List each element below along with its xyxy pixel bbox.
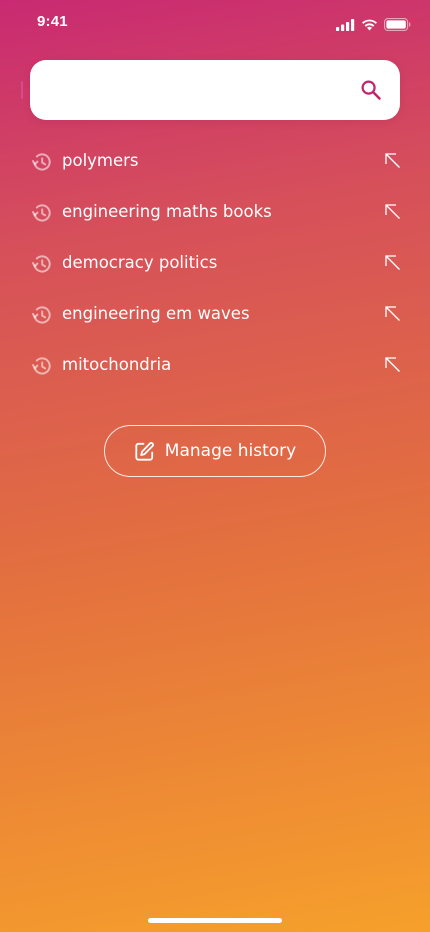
arrow-up-left-icon[interactable] (384, 254, 401, 271)
search-history-list: polymers engineering maths books democra… (0, 136, 430, 391)
history-icon (30, 150, 54, 174)
history-icon (30, 354, 54, 378)
history-item-democracy-politics[interactable]: democracy politics (0, 238, 430, 289)
history-icon (30, 252, 54, 276)
edit-icon (134, 441, 155, 462)
history-item-label: engineering em waves (62, 304, 250, 323)
manage-history-label: Manage history (164, 441, 297, 461)
history-item-mitochondria[interactable]: mitochondria (0, 340, 430, 391)
history-item-engineering-maths-books[interactable]: engineering maths books (0, 187, 430, 238)
status-bar: 9:41 (0, 0, 430, 44)
search-bar[interactable] (30, 60, 400, 120)
history-item-label: polymers (62, 151, 139, 170)
arrow-up-left-icon[interactable] (384, 356, 401, 373)
history-item-engineering-em-waves[interactable]: engineering em waves (0, 289, 430, 340)
arrow-up-left-icon[interactable] (384, 203, 401, 220)
history-item-label: democracy politics (62, 253, 218, 272)
search-screen: 9:41 polymers engineering maths books de… (0, 0, 430, 932)
text-cursor (21, 81, 23, 99)
history-item-label: mitochondria (62, 355, 172, 374)
search-icon[interactable] (360, 79, 382, 101)
wifi-icon (361, 19, 378, 31)
history-icon (30, 303, 54, 327)
home-indicator[interactable] (148, 918, 282, 923)
status-time: 9:41 (37, 13, 68, 30)
manage-history-button[interactable]: Manage history (104, 425, 326, 477)
arrow-up-left-icon[interactable] (384, 305, 401, 322)
history-icon (30, 201, 54, 225)
status-icons (336, 18, 411, 31)
search-input[interactable] (50, 60, 350, 120)
cellular-signal-icon (336, 18, 355, 31)
history-item-polymers[interactable]: polymers (0, 136, 430, 187)
history-item-label: engineering maths books (62, 202, 272, 221)
battery-icon (384, 18, 411, 31)
arrow-up-left-icon[interactable] (384, 152, 401, 169)
